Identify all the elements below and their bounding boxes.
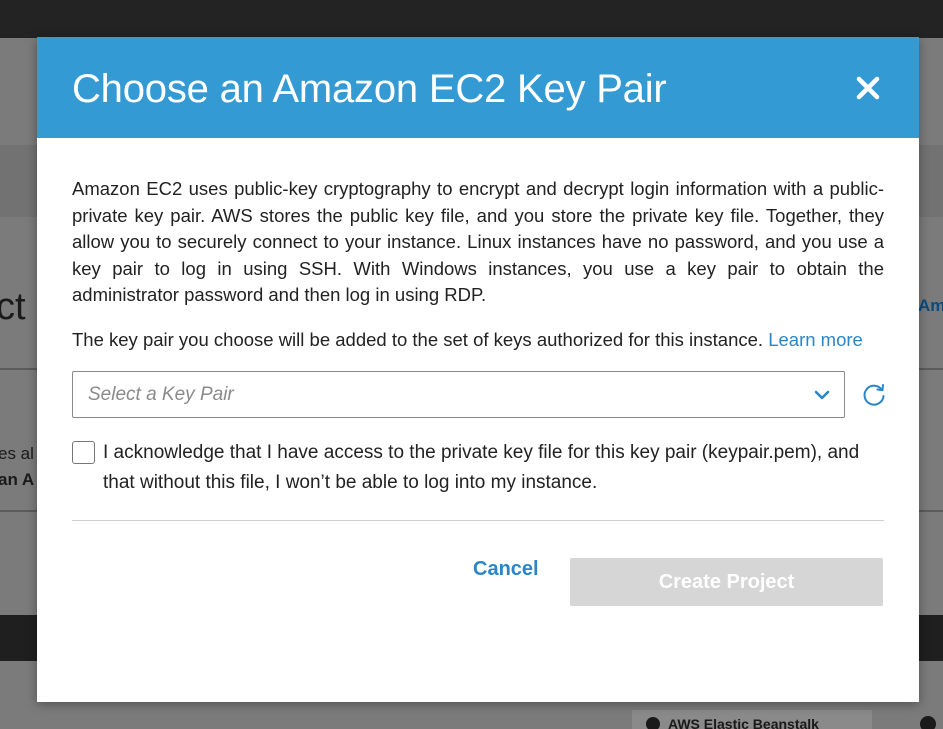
acknowledge-checkbox[interactable] xyxy=(72,441,95,464)
background-service-chip: AWS Elastic Beanstalk xyxy=(632,710,872,729)
learn-more-link[interactable]: Learn more xyxy=(768,329,863,350)
refresh-icon[interactable] xyxy=(861,382,887,408)
key-pair-modal: Choose an Amazon EC2 Key Pair Amazon EC2… xyxy=(37,37,919,702)
modal-footer: Cancel Create Project xyxy=(72,521,884,611)
cancel-button[interactable]: Cancel xyxy=(473,558,539,581)
chevron-down-icon xyxy=(814,388,830,406)
key-pair-description: Amazon EC2 uses public-key cryptography … xyxy=(72,178,884,305)
authorization-paragraph: The key pair you choose will be added to… xyxy=(72,327,884,354)
create-project-button[interactable]: Create Project xyxy=(570,558,883,606)
top-nav-bar xyxy=(0,0,943,38)
background-chip-label: AWS Elastic Beanstalk xyxy=(668,716,819,729)
key-pair-select[interactable]: Select a Key Pair xyxy=(72,371,845,418)
background-heading-fragment: ct xyxy=(0,286,26,328)
modal-header: Choose an Amazon EC2 Key Pair xyxy=(37,37,919,138)
key-pair-select-row: Select a Key Pair xyxy=(72,371,887,418)
key-pair-select-placeholder: Select a Key Pair xyxy=(88,384,234,405)
acknowledgement-text: I acknowledge that I have access to the … xyxy=(103,442,860,493)
background-link-fragment: Am xyxy=(918,296,943,315)
background-text-fragment: an A xyxy=(0,470,35,489)
background-text-fragment: es al xyxy=(0,444,34,463)
authorization-text: The key pair you choose will be added to… xyxy=(72,328,764,350)
info-icon xyxy=(646,717,660,729)
close-icon[interactable] xyxy=(855,75,881,101)
info-icon xyxy=(920,716,936,729)
acknowledgement-row: I acknowledge that I have access to the … xyxy=(72,438,884,500)
modal-body: Amazon EC2 uses public-key cryptography … xyxy=(37,138,919,611)
modal-title: Choose an Amazon EC2 Key Pair xyxy=(72,67,667,111)
